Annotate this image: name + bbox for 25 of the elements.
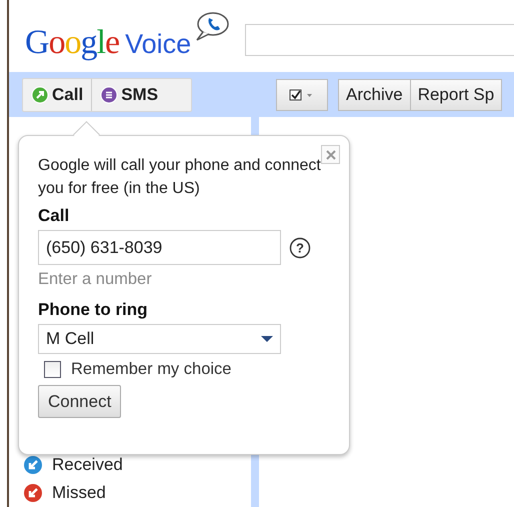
missed-call-icon xyxy=(23,483,43,503)
call-label: Call xyxy=(38,206,70,226)
compose-button[interactable]: SMS xyxy=(91,78,166,111)
select-menu-button[interactable] xyxy=(276,78,328,111)
remember-checkbox[interactable] xyxy=(44,361,61,378)
popup-message: Google will call your phone and connect you for free (in the US) xyxy=(38,156,322,199)
message-icon xyxy=(100,86,118,104)
checkbox-caret-icon xyxy=(289,88,315,102)
sidebar-item[interactable]: Missed xyxy=(23,479,251,507)
phone-to-ring-label: Phone to ring xyxy=(38,300,149,320)
logo: Google Voice xyxy=(25,24,192,62)
dropdown-arrow-icon xyxy=(261,335,273,343)
compose-button[interactable]: Call xyxy=(23,78,92,111)
close-icon xyxy=(326,150,336,160)
help-icon[interactable]: ? xyxy=(289,236,311,258)
hint-text: Enter a number xyxy=(38,270,153,289)
connect-button[interactable]: Connect xyxy=(38,385,122,418)
sidebar-item[interactable]: Received xyxy=(23,451,251,479)
phone-select[interactable]: M Cell xyxy=(38,324,281,354)
phone-number-field[interactable]: (650) 631-8039 xyxy=(38,230,281,265)
toolbar-button[interactable]: Archive xyxy=(338,78,411,111)
close-button[interactable] xyxy=(321,145,340,164)
search-field[interactable] xyxy=(245,24,514,56)
remember-label: Remember my choice xyxy=(71,360,232,379)
toolbar-button[interactable]: Report Sp xyxy=(410,78,502,111)
